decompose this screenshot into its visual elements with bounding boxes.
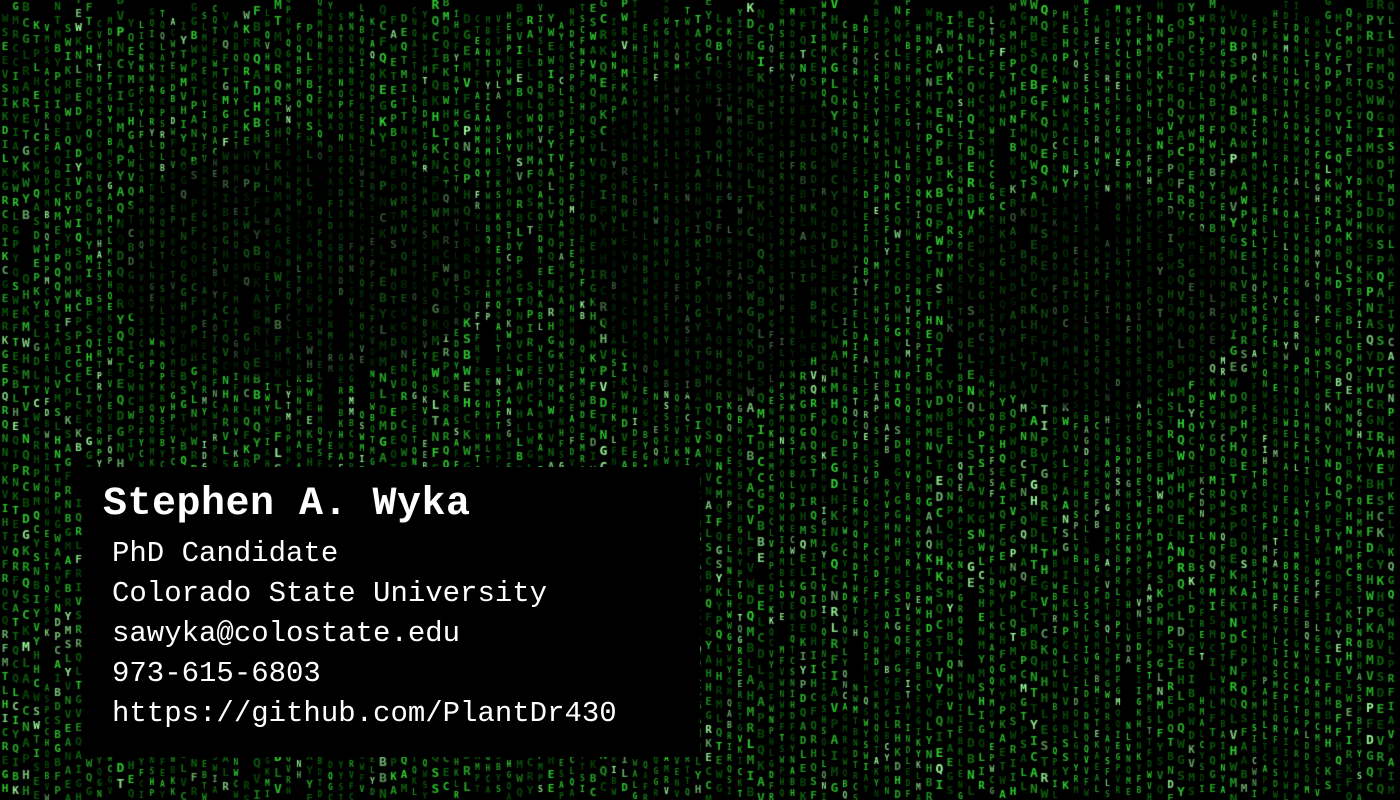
job-title: PhD Candidate — [112, 537, 339, 570]
business-card-scene: Stephen A. Wyka PhD Candidate Colorado S… — [0, 0, 1400, 800]
email-link[interactable]: sawyka@colostate.edu — [112, 617, 460, 650]
affiliation: Colorado State University — [112, 577, 548, 610]
phone-number: 973-615-6803 — [112, 657, 321, 690]
person-name: Stephen A. Wyka — [103, 482, 471, 527]
email-address[interactable]: sawyka@colostate.edu — [112, 619, 460, 648]
github-link[interactable]: https://github.com/PlantDr430 — [112, 697, 617, 730]
website-url[interactable]: https://github.com/PlantDr430 — [112, 699, 617, 728]
